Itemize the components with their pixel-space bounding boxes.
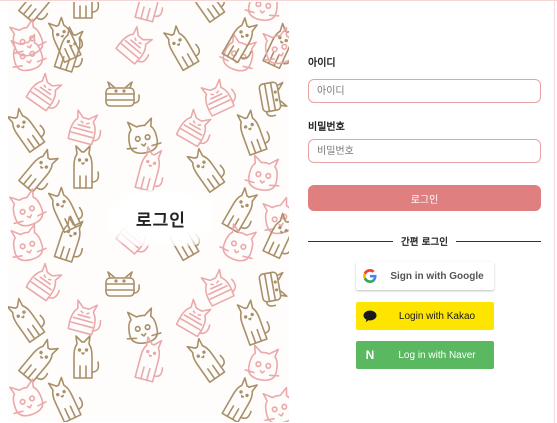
divider-line-left: [308, 240, 393, 242]
google-icon: [356, 262, 384, 290]
kakao-login-button[interactable]: Login with Kakao: [356, 302, 494, 330]
divider-line-right: [456, 240, 542, 242]
easy-login-text: 간편 로그인: [401, 237, 449, 248]
login-page: 로그인 아이디 비밀번호 로그인 간편 로그인 Sign in with Goo…: [0, 0, 557, 423]
hero-title: 로그인: [136, 210, 186, 231]
id-input[interactable]: [308, 79, 541, 103]
naver-icon-letter: N: [365, 348, 375, 362]
kakao-speech-bubble-icon: [356, 302, 384, 330]
kakao-login-label: Login with Kakao: [398, 310, 476, 322]
id-label: 아이디: [308, 58, 336, 69]
google-login-button[interactable]: Sign in with Google: [356, 262, 494, 290]
password-input[interactable]: [308, 139, 541, 163]
password-label: 비밀번호: [308, 122, 345, 133]
easy-login-divider: 간편 로그인: [308, 234, 542, 248]
login-button[interactable]: 로그인: [308, 185, 541, 211]
right-edge-divider: [554, 1, 555, 423]
cat-pattern-panel: 로그인: [8, 2, 289, 422]
hero-title-badge: 로그인: [106, 190, 216, 246]
naver-n-icon: N: [356, 341, 384, 369]
naver-login-label: Log in with Naver: [398, 349, 476, 361]
google-login-label: Sign in with Google: [390, 270, 484, 282]
naver-login-button[interactable]: N Log in with Naver: [356, 341, 494, 369]
